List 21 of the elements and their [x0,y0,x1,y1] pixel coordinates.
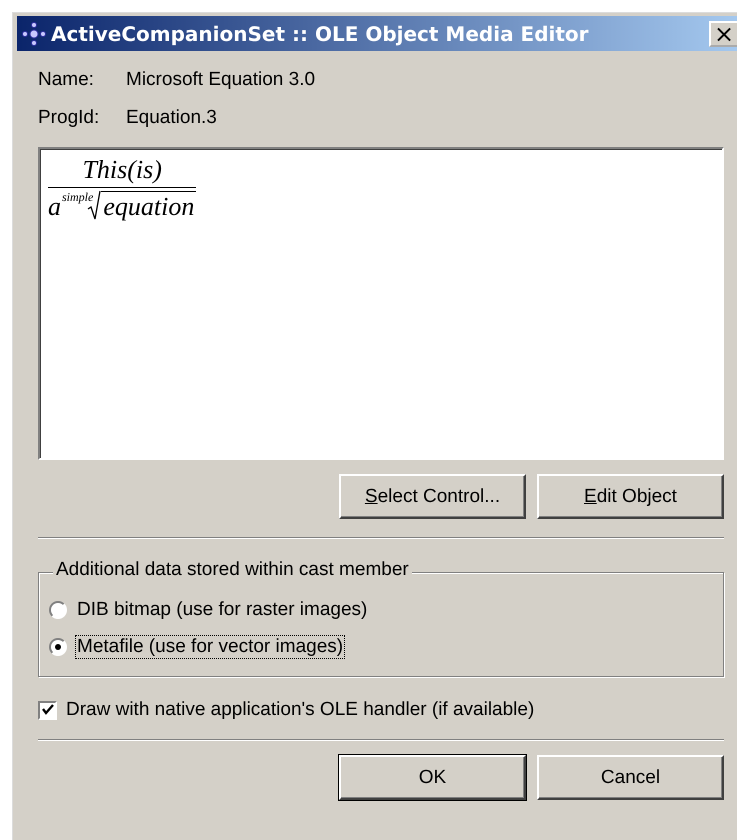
radio-button[interactable] [49,600,67,618]
field-label: ProgId: [38,107,100,129]
field-value: Equation.3 [126,107,217,129]
close-button[interactable]: × [709,20,737,46]
dialog-button[interactable]: OK [339,755,526,800]
radio-label[interactable]: Metafile (use for vector images) [75,634,346,658]
equation-radicand: equation [101,191,196,222]
window-title: ActiveCompanionSet :: OLE Object Media Editor [51,22,589,46]
checkbox[interactable] [38,700,57,720]
dialog-button[interactable]: Edit Object [537,474,724,519]
equation-base: a [48,192,61,222]
dialog-button[interactable]: Cancel [537,755,724,800]
equation-numerator: This(is) [48,155,196,188]
radio-label[interactable]: DIB bitmap (use for raster images) [75,598,370,622]
checkbox-label[interactable]: Draw with native application's OLE handler (if available) [66,699,534,721]
dialog-button[interactable]: Select Control... [339,474,526,519]
app-icon [21,20,47,46]
field-value: Microsoft Equation 3.0 [126,69,316,91]
field-label: Name: [38,69,95,91]
root-index: simple [62,190,94,205]
radio-button[interactable] [49,638,67,656]
